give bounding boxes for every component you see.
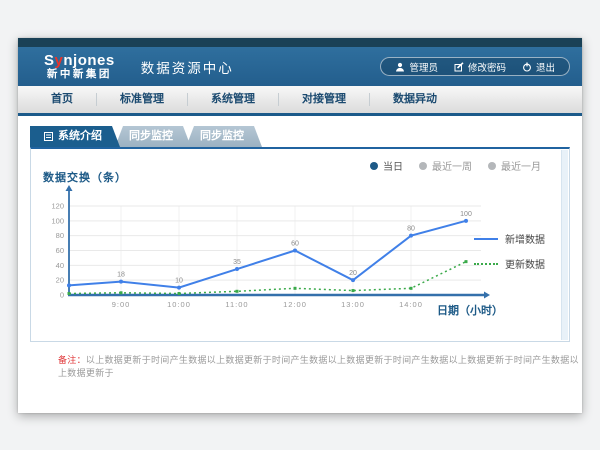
solid-line-swatch [474, 238, 498, 240]
user-toolbar: 管理员 修改密码 退出 [380, 57, 570, 76]
radio-label: 最近一周 [432, 158, 472, 173]
svg-text:80: 80 [407, 226, 415, 233]
tab-bar: 系统介绍 同步监控 同步监控 [30, 126, 582, 147]
x-axis-title: 日期（小时） [437, 302, 503, 318]
chart-legend: 新增数据 更新数据 [474, 231, 545, 271]
user-icon [395, 62, 405, 72]
page-title: 数据资源中心 [141, 57, 234, 77]
radio-dot [488, 162, 496, 170]
panel-scrollbar[interactable] [561, 150, 568, 340]
radio-label: 当日 [383, 158, 403, 173]
svg-text:100: 100 [51, 216, 64, 225]
logout-label: 退出 [536, 60, 555, 74]
time-range-filter: 当日 最近一周 最近一月 [370, 158, 541, 173]
current-user-button[interactable]: 管理员 [387, 60, 446, 74]
footnote: 备注：以上数据更新于时间产生数据以上数据更新于时间产生数据以上数据更新于时间产生… [58, 353, 582, 379]
nav-item-home[interactable]: 首页 [28, 93, 97, 106]
radio-dot [419, 162, 427, 170]
tab-label: 同步监控 [200, 130, 244, 142]
svg-text:80: 80 [56, 231, 64, 240]
svg-text:20: 20 [56, 276, 64, 285]
app-header: Synjones 新中新集团 数据资源中心 管理员 修改密码 退出 [18, 47, 582, 86]
change-password-label: 修改密码 [468, 60, 506, 74]
chart-panel: 当日 最近一周 最近一月 数据交换（条） 0 20 40 60 80 100 120 9:00… [30, 147, 570, 342]
legend-item-updated-data: 更新数据 [474, 256, 545, 271]
svg-text:100: 100 [460, 211, 472, 218]
svg-text:20: 20 [349, 270, 357, 277]
document-icon [44, 132, 53, 141]
footnote-prefix: 备注： [58, 355, 86, 365]
radio-last-week[interactable]: 最近一周 [419, 158, 472, 173]
svg-text:14:00: 14:00 [399, 300, 423, 309]
logo-wordmark: Synjones [44, 53, 115, 69]
svg-text:9:00: 9:00 [112, 300, 131, 309]
tab-sync-monitor-1[interactable]: 同步监控 [115, 126, 191, 147]
radio-label: 最近一月 [501, 158, 541, 173]
svg-text:13:00: 13:00 [341, 300, 365, 309]
radio-today[interactable]: 当日 [370, 158, 403, 173]
nav-item-data-change[interactable]: 数据异动 [370, 93, 460, 106]
tab-sync-monitor-2[interactable]: 同步监控 [186, 126, 262, 147]
footnote-text: 以上数据更新于时间产生数据以上数据更新于时间产生数据以上数据更新于时间产生数据以… [58, 355, 579, 378]
tab-label: 系统介绍 [58, 126, 102, 147]
app-window: Synjones 新中新集团 数据资源中心 管理员 修改密码 退出 首页 标准管… [18, 38, 582, 413]
logout-button[interactable]: 退出 [514, 60, 563, 74]
power-icon [522, 62, 532, 72]
dotted-line-swatch [474, 263, 498, 265]
legend-label: 新增数据 [505, 231, 545, 246]
svg-text:10:00: 10:00 [167, 300, 191, 309]
main-navigation: 首页 标准管理 系统管理 对接管理 数据异动 [18, 86, 582, 116]
legend-item-new-data: 新增数据 [474, 231, 545, 246]
y-axis-title: 数据交换（条） [43, 169, 127, 185]
nav-item-integration-mgmt[interactable]: 对接管理 [279, 93, 370, 106]
company-logo: Synjones 新中新集团 [44, 53, 115, 80]
svg-text:40: 40 [56, 261, 64, 270]
radio-dot [370, 162, 378, 170]
tab-system-intro[interactable]: 系统介绍 [30, 126, 120, 147]
svg-text:60: 60 [56, 246, 64, 255]
nav-item-system-mgmt[interactable]: 系统管理 [188, 93, 279, 106]
svg-text:18: 18 [117, 272, 125, 279]
tab-label: 同步监控 [129, 130, 173, 142]
svg-text:10: 10 [175, 278, 183, 285]
svg-text:35: 35 [233, 259, 241, 266]
radio-last-month[interactable]: 最近一月 [488, 158, 541, 173]
content-area: 系统介绍 同步监控 同步监控 当日 最近一周 最近一月 数据交换（条） 0 20 4… [18, 126, 582, 379]
nav-item-standard-mgmt[interactable]: 标准管理 [97, 93, 188, 106]
legend-label: 更新数据 [505, 256, 545, 271]
logo-subtitle: 新中新集团 [47, 69, 112, 80]
svg-text:0: 0 [60, 291, 64, 300]
svg-text:120: 120 [51, 202, 64, 211]
svg-text:60: 60 [291, 241, 299, 248]
window-top-strip [18, 38, 582, 47]
user-name-label: 管理员 [409, 60, 438, 74]
change-password-button[interactable]: 修改密码 [446, 60, 514, 74]
svg-text:11:00: 11:00 [225, 300, 248, 309]
svg-text:12:00: 12:00 [283, 300, 307, 309]
edit-icon [454, 62, 464, 72]
